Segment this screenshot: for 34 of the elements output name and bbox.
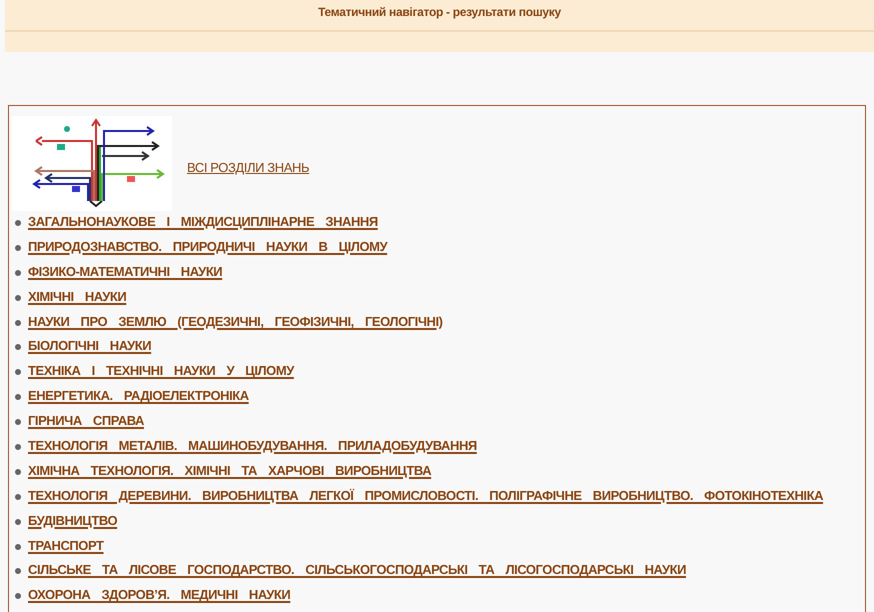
bullet-icon	[15, 369, 21, 376]
bullet-icon	[15, 244, 21, 251]
bullet-icon	[15, 320, 21, 326]
bullet-icon	[15, 444, 21, 450]
section-link[interactable]: ТЕХНІКА І ТЕХНІЧНІ НАУКИ У ЦІЛОМУ	[28, 362, 294, 380]
all-sections-link[interactable]: ВСІ РОЗДІЛИ ЗНАНЬ	[187, 160, 310, 175]
bullet-icon	[15, 419, 21, 426]
section-link[interactable]: ТЕХНОЛОГІЯ МЕТАЛІВ. МАШИНОБУДУВАННЯ. ПРИЛАДОБУДУВАННЯ	[28, 437, 477, 456]
section-link[interactable]: ЕНЕРГЕТИКА. РАДІОЕЛЕКТРОНІКА	[28, 387, 249, 406]
bullet-icon	[15, 270, 21, 276]
section-link[interactable]: ХІМІЧНІ НАУКИ	[28, 288, 126, 306]
section-link[interactable]: ТЕХНОЛОГІЯ ДЕРЕВИНИ. ВИРОБНИЦТВА ЛЕГКОЇ ПРОМИСЛОВОСТІ. ПОЛІГРАФІЧНЕ ВИРОБНИЦТВО. ФОТОКІНОТЕХНІКА	[28, 486, 824, 505]
section-link[interactable]: НАУКИ ПРО ЗЕМЛЮ (ГЕОДЕЗИЧНІ, ГЕОФІЗИЧНІ, ГЕОЛОГІЧНІ)	[28, 312, 443, 331]
section-link[interactable]: ГІРНИЧА СПРАВА	[28, 412, 144, 430]
section-link[interactable]: БІОЛОГІЧНІ НАУКИ	[28, 337, 152, 356]
bullet-icon	[15, 468, 21, 475]
bullet-icon	[15, 494, 21, 500]
section-link[interactable]: ПРИРОДОЗНАВСТВО. ПРИРОДНИЧІ НАУКИ В ЦІЛОМУ	[28, 238, 388, 256]
section-link[interactable]: ТРАНСПОРТ	[28, 536, 104, 555]
section-link[interactable]: ФІЗИКО-МАТЕМАТИЧНІ НАУКИ	[28, 262, 222, 281]
section-link[interactable]: ЗАГАЛЬНОНАУКОВЕ І МІЖДИСЦИПЛІНАРНЕ ЗНАННЯ	[28, 213, 378, 231]
page-title: Тематичний навігатор - результати пошуку	[318, 5, 561, 19]
bullet-icon	[15, 294, 21, 301]
bullet-icon	[15, 344, 21, 350]
bullet-icon	[15, 394, 21, 400]
section-link[interactable]: БУДІВНИЦТВО	[28, 512, 118, 530]
bullet-icon	[15, 518, 21, 525]
bullet-icon	[15, 544, 21, 550]
section-link[interactable]: СІЛЬСЬКЕ ТА ЛІСОВЕ ГОСПОДАРСТВО. СІЛЬСЬКОГОСПОДАРСЬКІ ТА ЛІСОГОСПОДАРСЬКІ НАУКИ	[28, 561, 686, 580]
bullet-icon	[15, 220, 21, 226]
bullet-icon	[15, 593, 21, 600]
bullet-icon	[15, 568, 21, 574]
section-link[interactable]: ХІМІЧНА ТЕХНОЛОГІЯ. ХІМІЧНІ ТА ХАРЧОВІ ВИРОБНИЦТВА	[28, 462, 432, 480]
section-link[interactable]: ОХОРОНА ЗДОРОВ’Я. МЕДИЧНІ НАУКИ	[28, 586, 290, 604]
